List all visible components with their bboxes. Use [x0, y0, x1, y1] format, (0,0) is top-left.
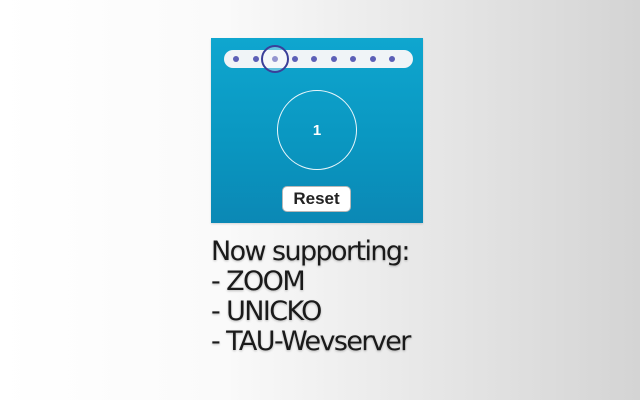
counter-value: 1 [312, 121, 322, 139]
slider-track[interactable] [224, 45, 413, 73]
slider-step-dot[interactable] [291, 56, 298, 62]
slider-step-dot[interactable] [233, 56, 239, 62]
counter-widget: 1 Reset [211, 38, 423, 223]
caption-heading: Now supporting: [211, 236, 411, 267]
supported-platforms-caption: Now supporting: - ZOOM - UNICKO - TAU-We… [211, 236, 411, 357]
caption-item-unicko: - UNICKO [211, 296, 322, 327]
caption-item-zoom: - ZOOM [211, 266, 306, 297]
caption-item-tau-wevserver: - TAU-Wevserver [211, 326, 411, 357]
slider-handle[interactable] [261, 45, 289, 73]
slider-step-dot[interactable] [330, 56, 337, 62]
slider-step-dot[interactable] [350, 56, 356, 62]
slider-step-dot[interactable] [369, 56, 376, 62]
slider-step-dot[interactable] [389, 56, 395, 62]
counter-circle: 1 [277, 90, 357, 170]
slider-step-dot[interactable] [252, 56, 259, 62]
slider-step-dot[interactable] [311, 56, 317, 62]
reset-button[interactable]: Reset [282, 186, 351, 212]
